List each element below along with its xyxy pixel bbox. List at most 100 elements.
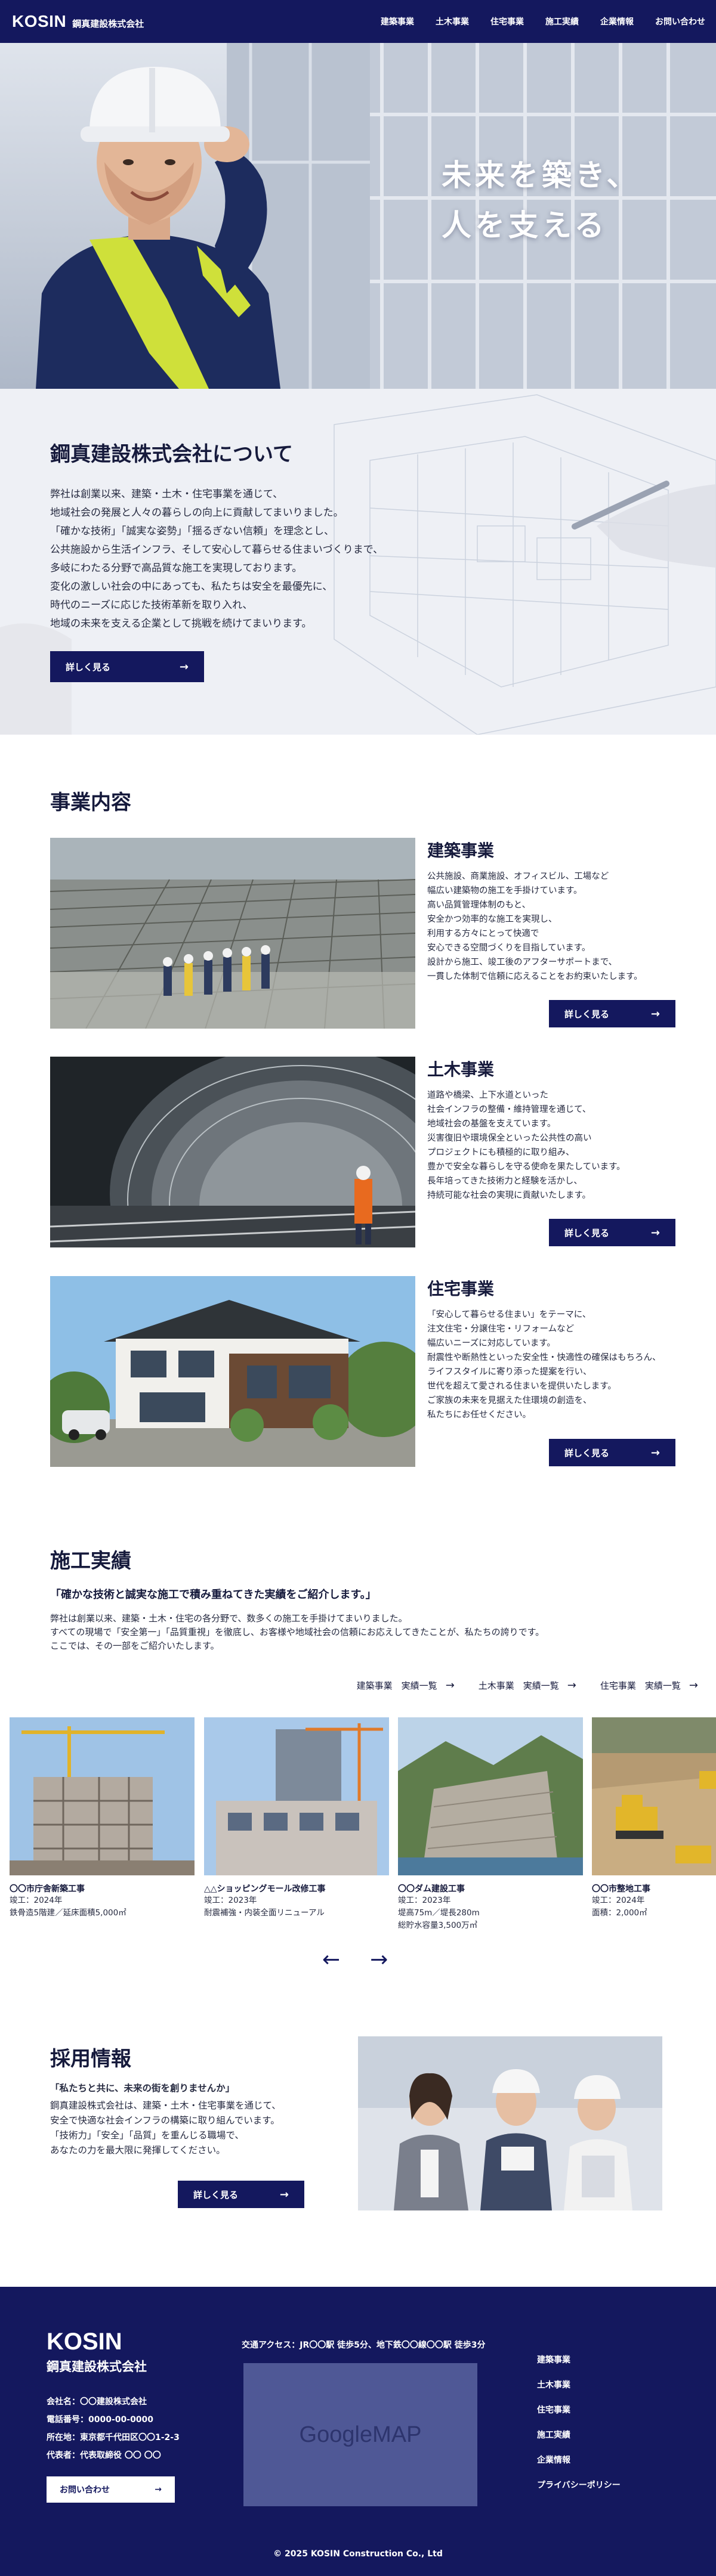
service-line: 一貫した体制で信頼に応えることをお約束いたします。 bbox=[427, 972, 643, 982]
arrow-right-icon[interactable]: → bbox=[370, 1948, 388, 1972]
footer-nav-privacy[interactable]: プライバシーポリシー bbox=[537, 2479, 621, 2491]
work-image bbox=[204, 1717, 389, 1875]
site-logo[interactable]: KOSIN 鋼真建設株式会社 bbox=[12, 12, 144, 31]
hero-catchcopy: 未来を築き、 人を支える bbox=[442, 150, 640, 250]
service-line: 幅広い建築物の施工を手掛けています。 bbox=[427, 886, 582, 896]
recruit-line: 鋼真建設株式会社は、建築・土木・住宅事業を通じて、 bbox=[50, 2100, 281, 2111]
work-card[interactable]: 〇〇ダム建設工事 竣工：2023年 堤高75m／堤長280m 総貯水容量3,50… bbox=[398, 1717, 583, 1932]
service-line: 持続可能な社会の実現に貢献いたします。 bbox=[427, 1191, 591, 1200]
about-section: 鋼真建設株式会社について 弊社は創業以来、建築・土木・住宅事業を通じて、 地域社… bbox=[0, 389, 716, 735]
civil-works-link[interactable]: 土木事業 実績一覧 → bbox=[479, 1679, 576, 1692]
footer-contact-label: お問い合わせ bbox=[60, 2485, 110, 2495]
work-info-line: 竣工：2023年 bbox=[204, 1896, 257, 1905]
arrow-right-icon: → bbox=[445, 1679, 455, 1692]
about-line: 多岐にわたる分野で高品質な施工を実現しております。 bbox=[50, 562, 303, 574]
about-line: 地域の未来を支える企業として挑戦を続けてまいります。 bbox=[50, 618, 312, 630]
arrow-right-icon: → bbox=[650, 1007, 660, 1020]
work-info: 竣工：2024年 面積：2,000㎡ bbox=[592, 1894, 716, 1919]
nav-company[interactable]: 企業情報 bbox=[600, 16, 634, 27]
work-info-line: 鉄骨造5階建／延床面積5,000㎡ bbox=[10, 1908, 126, 1918]
service-line: 世代を超えて愛される住まいを提供いたします。 bbox=[427, 1382, 616, 1391]
footer-nav-company[interactable]: 企業情報 bbox=[537, 2454, 621, 2466]
service-line: プロジェクトにも積極的に取り組み、 bbox=[427, 1148, 575, 1157]
arrow-right-icon: → bbox=[279, 2188, 289, 2201]
works-pager: ← → bbox=[322, 1948, 388, 1972]
work-card[interactable]: 〇〇市整地工事 竣工：2024年 面積：2,000㎡ bbox=[592, 1717, 716, 1919]
arrow-left-icon[interactable]: ← bbox=[322, 1948, 340, 1972]
recruit-line: 「私たちと共に、未来の街を創りませんか」 bbox=[50, 2083, 235, 2094]
footer-nav-housing[interactable]: 住宅事業 bbox=[537, 2404, 621, 2416]
hero: 未来を築き、 人を支える bbox=[0, 43, 716, 389]
architecture-works-link[interactable]: 建築事業 実績一覧 → bbox=[357, 1679, 455, 1692]
architecture-title: 建築事業 bbox=[427, 841, 495, 860]
nav-housing[interactable]: 住宅事業 bbox=[490, 16, 524, 27]
arrow-right-icon: → bbox=[155, 2485, 162, 2494]
company-info-line: 代表者：代表取締役 〇〇 〇〇 bbox=[47, 2451, 161, 2460]
service-line: 安心できる空間づくりを目指しています。 bbox=[427, 943, 591, 953]
about-more-button[interactable]: 詳しく見る → bbox=[50, 651, 204, 682]
housing-more-button[interactable]: 詳しく見る → bbox=[549, 1439, 675, 1466]
work-info: 竣工：2023年 耐震補強・内装全面リニューアル bbox=[204, 1894, 389, 1919]
footer-contact-button[interactable]: お問い合わせ → bbox=[47, 2476, 175, 2503]
service-line: 社会インフラの整備・維持管理を通じて、 bbox=[427, 1105, 591, 1114]
about-line: 変化の激しい社会の中にあっても、私たちは安全を最優先に、 bbox=[50, 581, 333, 593]
hero-copy-line2: 人を支える bbox=[442, 208, 608, 243]
architecture-more-label: 詳しく見る bbox=[564, 1008, 610, 1020]
work-card[interactable]: 〇〇市庁舎新築工事 竣工：2024年 鉄骨造5階建／延床面積5,000㎡ bbox=[10, 1717, 195, 1919]
architecture-more-button[interactable]: 詳しく見る → bbox=[549, 1000, 675, 1027]
work-name: 〇〇ダム建設工事 bbox=[398, 1884, 465, 1894]
works-category-links: 建築事業 実績一覧 → 土木事業 実績一覧 → 住宅事業 実績一覧 → bbox=[357, 1679, 698, 1692]
nav-civil[interactable]: 土木事業 bbox=[436, 16, 469, 27]
recruit-line: あなたの力を最大限に発揮してください。 bbox=[50, 2145, 226, 2156]
nav-architecture[interactable]: 建築事業 bbox=[381, 16, 414, 27]
footer-logo-en[interactable]: KOSIN bbox=[47, 2329, 122, 2355]
civil-more-label: 詳しく見る bbox=[564, 1227, 610, 1239]
recruit-title: 採用情報 bbox=[50, 2047, 131, 2071]
recruit-line: 安全で快適な社会インフラの構築に取り組んでいます。 bbox=[50, 2115, 280, 2126]
about-line: 「確かな技術」「誠実な姿勢」「揺るぎない信頼」を理念とし、 bbox=[50, 525, 334, 537]
housing-text: 「安心して暮らせる住まい」をテーマに、 注文住宅・分譲住宅・リフォームなど 幅広… bbox=[427, 1308, 690, 1422]
logo-jp: 鋼真建設株式会社 bbox=[72, 18, 144, 29]
copyright: © 2025 KOSIN Construction Co., Ltd bbox=[273, 2549, 443, 2559]
company-info: 会社名：〇〇建設株式会社 電話番号：0000-00-0000 所在地：東京都千代… bbox=[47, 2393, 180, 2464]
architecture-works-link-label: 建築事業 実績一覧 bbox=[356, 1680, 437, 1691]
service-line: 高い品質管理体制のもと、 bbox=[427, 900, 531, 910]
housing-works-link[interactable]: 住宅事業 実績一覧 → bbox=[600, 1679, 698, 1692]
access-info: 交通アクセス：JR〇〇駅 徒歩5分、地下鉄〇〇線〇〇駅 徒歩3分 bbox=[242, 2340, 486, 2350]
works-line: 弊社は創業以来、建築・土木・住宅の各分野で、数多くの施工を手掛けてまいりました。 bbox=[50, 1613, 408, 1624]
service-line: 道路や橋梁、上下水道といった bbox=[427, 1091, 548, 1100]
work-name: 〇〇市整地工事 bbox=[592, 1884, 650, 1894]
civil-title: 土木事業 bbox=[427, 1060, 495, 1079]
service-line: 私たちにお任せください。 bbox=[427, 1410, 531, 1420]
nav-works[interactable]: 施工実績 bbox=[545, 16, 579, 27]
civil-more-button[interactable]: 詳しく見る → bbox=[549, 1219, 675, 1246]
footer-nav-civil[interactable]: 土木事業 bbox=[537, 2379, 621, 2391]
footer-nav: 建築事業 土木事業 住宅事業 施工実績 企業情報 プライバシーポリシー bbox=[537, 2354, 621, 2491]
service-line: 設計から施工、竣工後のアフターサポートまで、 bbox=[427, 958, 618, 967]
site-header: KOSIN 鋼真建設株式会社 建築事業 土木事業 住宅事業 施工実績 企業情報 … bbox=[0, 0, 716, 43]
map-placeholder[interactable]: GoogleMAP bbox=[243, 2363, 477, 2506]
company-info-line: 所在地：東京都千代田区〇〇1-2-3 bbox=[47, 2433, 180, 2442]
work-info-line: 耐震補強・内装全面リニューアル bbox=[204, 1908, 325, 1918]
work-image bbox=[592, 1717, 716, 1875]
service-line: 長年培ってきた技術力と経験を活かし、 bbox=[427, 1176, 582, 1186]
nav-contact[interactable]: お問い合わせ bbox=[655, 16, 705, 27]
housing-works-link-label: 住宅事業 実績一覧 bbox=[600, 1680, 681, 1691]
works-title: 施工実績 bbox=[50, 1549, 131, 1573]
footer-nav-architecture[interactable]: 建築事業 bbox=[537, 2354, 621, 2366]
arrow-right-icon: → bbox=[567, 1679, 576, 1692]
map-label: GoogleMAP bbox=[299, 2422, 422, 2447]
hero-copy-line1: 未来を築き、 bbox=[442, 158, 640, 193]
footer-nav-works[interactable]: 施工実績 bbox=[537, 2429, 621, 2441]
about-line: 公共施設から生活インフラ、そして安心して暮らせる住まいづくりまで、 bbox=[50, 544, 384, 556]
work-info: 竣工：2023年 堤高75m／堤長280m 総貯水容量3,500万㎥ bbox=[398, 1894, 583, 1932]
recruit-image bbox=[358, 2036, 662, 2210]
services-title: 事業内容 bbox=[50, 791, 131, 815]
work-info-line: 堤高75m／堤長280m bbox=[398, 1908, 480, 1918]
footer-logo-jp: 鋼真建設株式会社 bbox=[47, 2360, 147, 2374]
work-card[interactable]: △△ショッピングモール改修工事 竣工：2023年 耐震補強・内装全面リニューアル bbox=[204, 1717, 389, 1919]
company-info-line: 会社名：〇〇建設株式会社 bbox=[47, 2397, 147, 2407]
company-info-line: 電話番号：0000-00-0000 bbox=[47, 2415, 154, 2425]
recruit-more-button[interactable]: 詳しく見る → bbox=[178, 2181, 304, 2208]
about-more-label: 詳しく見る bbox=[66, 661, 111, 673]
